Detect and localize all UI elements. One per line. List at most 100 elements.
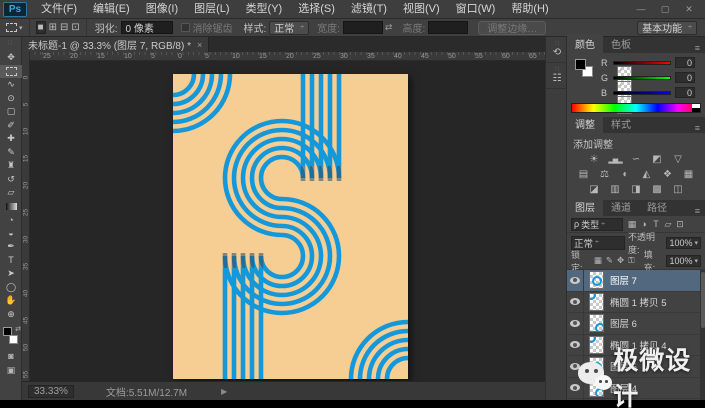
layers-tab-路径[interactable]: 路径 [639,197,675,216]
layers-tab-通道[interactable]: 通道 [603,197,639,216]
pen-tool[interactable]: ✒ [0,240,22,254]
screen-mode-button[interactable]: ▣ [0,363,22,377]
menu-item-9[interactable]: 帮助(H) [503,0,556,19]
close-tab-icon[interactable]: × [197,40,202,50]
lock-position-icon[interactable]: ✥ [617,255,624,266]
blur-tool[interactable]: ◔ [0,213,22,227]
background-color-swatch[interactable] [9,335,18,344]
style-dropdown[interactable]: 正常 ÷ [269,21,309,35]
antialias-checkbox[interactable]: 消除锯齿 [181,20,233,35]
healing-brush-tool[interactable]: ✚ [0,132,22,146]
layer-filter-type-dropdown[interactable]: ρ 类型 ÷ [571,218,623,231]
layer-visibility-toggle[interactable] [567,292,584,313]
lock-transparency-icon[interactable]: ▦ [594,255,602,266]
history-brush-tool[interactable]: ↺ [0,173,22,187]
color-tab-颜色[interactable]: 颜色 [567,34,603,53]
layer-visibility-toggle[interactable] [567,270,584,291]
layers-panel-menu-icon[interactable]: ≡ [690,206,705,216]
layer-thumbnail[interactable] [589,271,604,289]
subtract-selection-icon[interactable]: ⊟ [60,22,68,33]
lock-all-icon[interactable]: ⚿ [628,255,634,266]
feather-input[interactable]: 0 像素 [121,21,173,34]
lasso-tool[interactable]: ∿ [0,78,22,92]
filter-smart-object-icon[interactable]: ⊡ [674,219,686,230]
filter-pixel-icon[interactable]: ▦ [626,219,638,230]
channel-value[interactable]: 0 [675,87,695,98]
type-tool[interactable]: T [0,254,22,268]
invert-icon[interactable]: ◪ [584,182,605,197]
move-tool[interactable]: ✥ [0,51,22,65]
curves-icon[interactable]: ∽ [626,152,647,167]
layer-row[interactable]: 图层 7 [567,270,705,292]
white-black-swatches[interactable] [692,104,700,112]
gradient-tool[interactable] [0,200,22,214]
intersect-selection-icon[interactable]: ⊡ [71,22,79,33]
current-tool-chip[interactable]: ▾ [0,19,30,36]
black-white-icon[interactable]: ◐ [615,167,636,182]
brightness-contrast-icon[interactable]: ☀ [584,152,605,167]
status-options-arrow-icon[interactable]: ▶ [221,387,227,396]
layer-row[interactable]: 椭圆 1 拷贝 5 [567,292,705,314]
channel-value[interactable]: 0 [675,72,695,83]
menu-item-1[interactable]: 编辑(E) [85,0,138,19]
levels-icon[interactable]: ▂▅▂ [605,152,626,167]
document-tab[interactable]: 未标题-1 @ 33.3% (图层 7, RGB/8) * × [22,37,209,52]
adjustments-panel-menu-icon[interactable]: ≡ [690,123,705,133]
adjustments-tab-样式[interactable]: 样式 [603,114,639,133]
width-input[interactable] [343,21,383,34]
toolbar-grip[interactable]: ∷ [0,37,21,51]
swap-colors-icon[interactable]: ⇄ [15,325,21,333]
eraser-tool[interactable]: ▱ [0,186,22,200]
channel-slider[interactable]: ▲ [613,76,671,80]
color-tab-色板[interactable]: 色板 [603,34,639,53]
channel-slider[interactable]: ▲ [613,91,671,95]
workspace-switcher[interactable]: 基本功能 ÷ [637,21,697,35]
filter-shape-icon[interactable]: ▱ [662,219,674,230]
hue-saturation-icon[interactable]: ▤ [573,167,594,182]
filter-adjustment-icon[interactable]: ◑ [638,219,650,230]
refine-edge-button[interactable]: 调整边缘… [478,21,546,35]
maximize-button[interactable]: ▢ [655,2,675,16]
exposure-icon[interactable]: ◩ [647,152,668,167]
threshold-icon[interactable]: ◨ [626,182,647,197]
photo-filter-icon[interactable]: ◭ [636,167,657,182]
panel-foreground-swatch[interactable] [575,59,586,70]
menu-item-8[interactable]: 窗口(W) [448,0,504,19]
fill-dropdown[interactable]: 100% ▾ [666,255,701,267]
color-spectrum-ramp[interactable] [571,103,701,113]
ellipse-tool[interactable]: ◯ [0,281,22,295]
add-selection-icon[interactable]: ⊞ [49,22,57,33]
gradient-map-icon[interactable]: ▩ [647,182,668,197]
menu-item-5[interactable]: 选择(S) [290,0,343,19]
minimize-button[interactable]: — [631,2,651,16]
layers-tab-图层[interactable]: 图层 [567,197,603,216]
quick-mask-button[interactable]: ◙ [0,349,22,363]
menu-item-7[interactable]: 视图(V) [395,0,448,19]
quick-selection-tool[interactable]: ⊙ [0,92,22,106]
channel-slider[interactable]: ▲ [613,61,671,65]
opacity-dropdown[interactable]: 100% ▾ [666,237,701,249]
canvas-document[interactable] [173,74,408,379]
swap-width-height-icon[interactable]: ⇄ [385,22,393,33]
menu-item-6[interactable]: 滤镜(T) [343,0,395,19]
clone-stamp-tool[interactable]: ♜ [0,159,22,173]
rectangular-marquee-tool[interactable] [0,65,22,79]
color-balance-icon[interactable]: ⚖ [594,167,615,182]
layer-thumbnail[interactable] [589,293,604,311]
filter-type-icon[interactable]: T [650,219,662,230]
foreground-color-swatch[interactable] [3,327,12,336]
menu-item-3[interactable]: 图层(L) [186,0,237,19]
menu-item-2[interactable]: 图像(I) [138,0,186,19]
channel-mixer-icon[interactable]: ❖ [657,167,678,182]
eyedropper-tool[interactable]: ✐ [0,119,22,133]
crop-tool[interactable]: ▢ [0,105,22,119]
channel-value[interactable]: 0 [675,57,695,68]
layer-visibility-toggle[interactable] [567,313,584,334]
brush-tool[interactable]: ✎ [0,146,22,160]
path-selection-tool[interactable]: ➤ [0,267,22,281]
foreground-background-swatches[interactable]: ⇄ [0,325,22,349]
close-button[interactable]: ✕ [679,2,699,16]
adjustments-tab-调整[interactable]: 调整 [567,114,603,133]
hand-tool[interactable]: ✋ [0,294,22,308]
vibrance-icon[interactable]: ▽ [668,152,689,167]
